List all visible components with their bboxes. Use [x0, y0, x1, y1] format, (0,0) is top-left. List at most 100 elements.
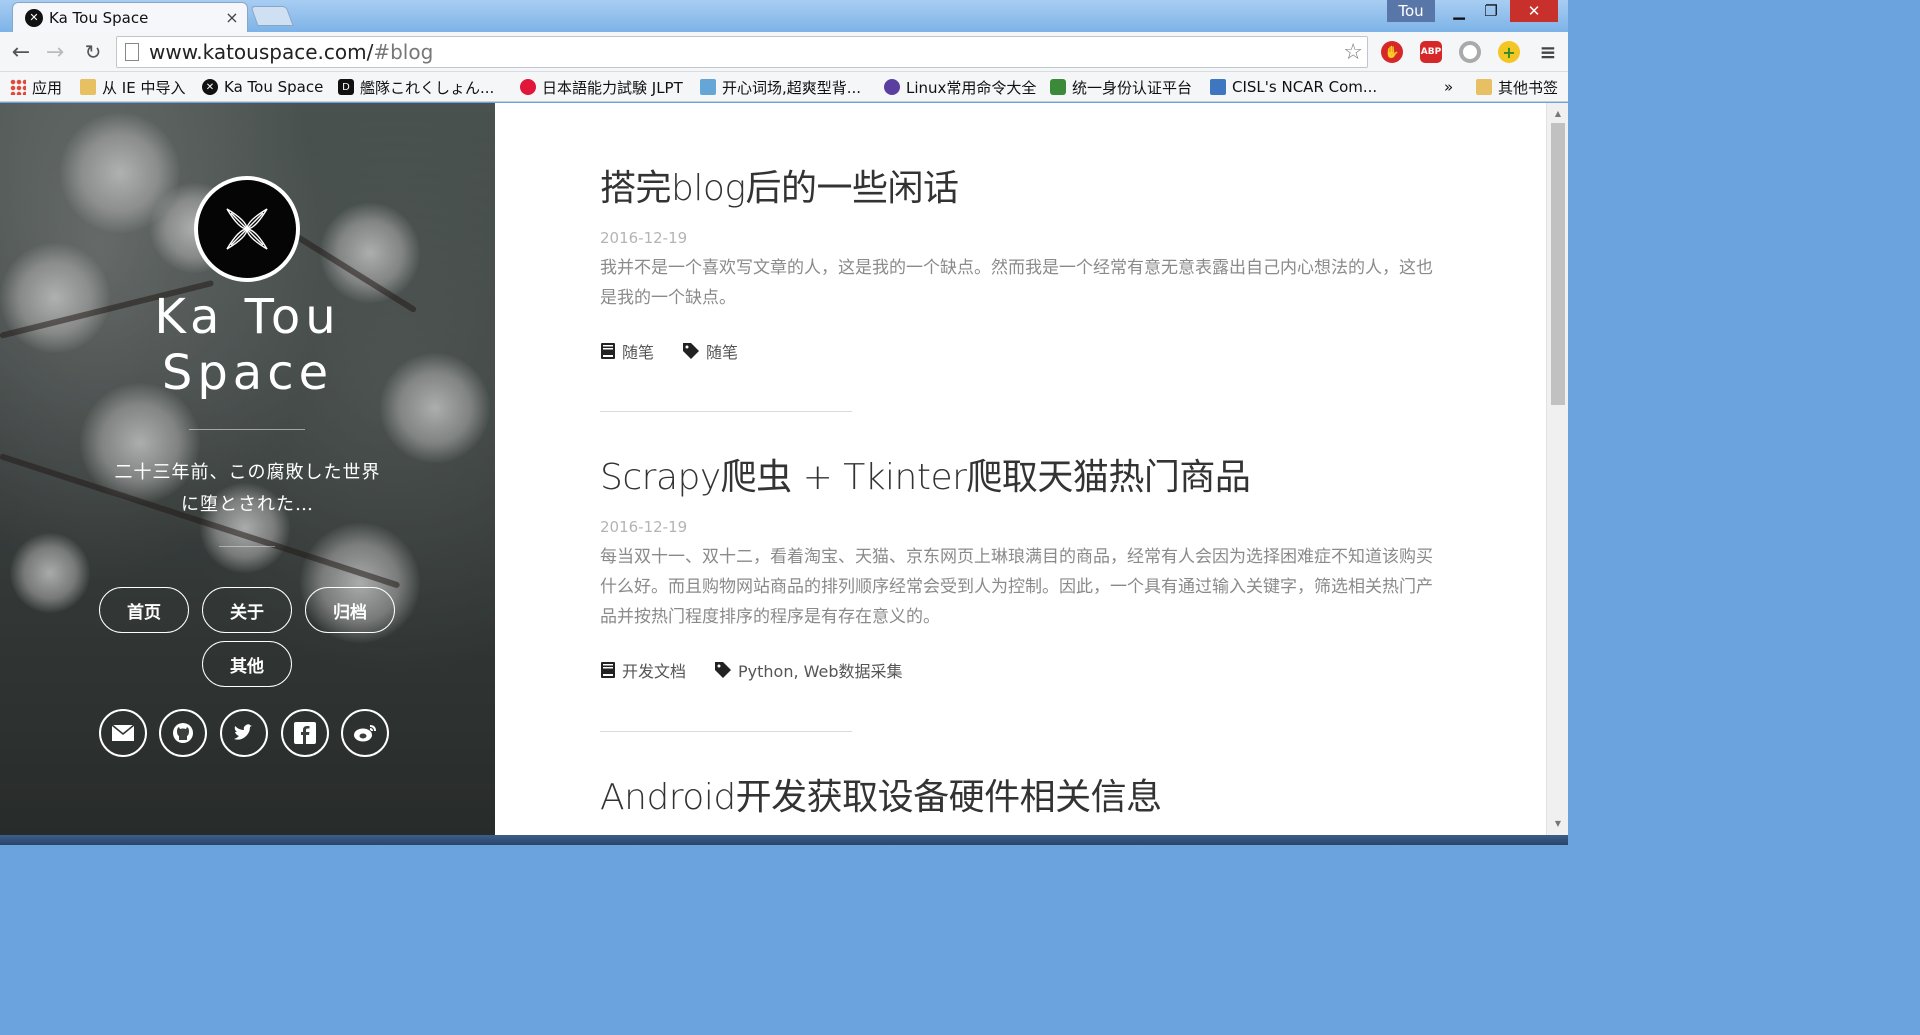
twitter-glyph	[234, 724, 253, 740]
post-tags-label: 随笔	[706, 343, 739, 362]
bookmark-kancolle[interactable]: D 艦隊これくしょん...	[338, 76, 494, 98]
bookmark-label: Linux常用命令大全	[906, 78, 1037, 97]
post-title[interactable]: 搭完blog后的一些闲话	[600, 167, 1440, 211]
forward-icon[interactable]: →	[42, 40, 68, 65]
url-host: www.katouspace.com/	[149, 40, 374, 64]
post-title[interactable]: Scrapy爬虫 + Tkinter爬取天猫热门商品	[600, 456, 1440, 500]
post-item: Android开发获取设备硬件相关信息	[600, 776, 1440, 820]
katou-favicon-icon: ✕	[25, 8, 43, 27]
cisl-icon	[1210, 79, 1226, 95]
post-meta: 随笔 随笔	[600, 339, 1440, 363]
blog-sidebar: Ka Tou Space 二十三年前、この腐敗した世界に堕とされた… 首页 关于…	[0, 103, 495, 835]
linux-icon	[884, 79, 900, 95]
nav-archive-button[interactable]: 归档	[305, 587, 395, 633]
facebook-icon[interactable]	[281, 709, 329, 757]
twitter-icon[interactable]	[220, 709, 268, 757]
post-category[interactable]: 开发文档	[600, 658, 686, 682]
nav-about-button[interactable]: 关于	[202, 587, 292, 633]
github-icon[interactable]	[159, 709, 207, 757]
feather-logo-icon	[226, 208, 268, 250]
bookmarks-bar: 应用 从 IE 中导入 ✕ Ka Tou Space D 艦隊これくしょん...…	[0, 72, 1568, 102]
post-excerpt: 我并不是一个喜欢写文章的人，这是我的一个缺点。然而我是一个经常有意无意表露出自己…	[600, 258, 1433, 308]
katou-icon: ✕	[202, 79, 218, 95]
url-path: #blog	[373, 40, 434, 64]
bookmark-label: Ka Tou Space	[224, 78, 324, 96]
abp-icon[interactable]: ABP	[1420, 41, 1442, 63]
profile-button[interactable]: Tou	[1387, 0, 1435, 22]
post-date: 2016-12-19	[600, 518, 688, 536]
weibo-icon[interactable]	[341, 709, 389, 757]
bookmark-label: 日本語能力試験 JLPT	[542, 78, 683, 97]
sidebar-divider	[219, 546, 275, 547]
tag-icon	[682, 342, 700, 360]
address-bar[interactable]: www.katouspace.com/#blog ☆	[116, 36, 1368, 68]
mail-icon[interactable]	[99, 709, 147, 757]
bookmark-star-icon[interactable]: ☆	[1343, 40, 1363, 65]
browser-tab-active[interactable]: ✕ Ka Tou Space ×	[12, 2, 248, 32]
bookmark-hujiang[interactable]: 开心词场,超爽型背...	[700, 76, 861, 98]
adblock-stop-icon[interactable]: ✋	[1381, 41, 1403, 63]
sidebar-divider	[189, 429, 305, 430]
page-scrollbar[interactable]: ▲ ▼	[1546, 103, 1568, 835]
bookmark-label: 开心词场,超爽型背...	[722, 78, 862, 97]
extension-circle-icon[interactable]	[1459, 41, 1481, 63]
post-category-label: 随笔	[622, 343, 655, 362]
post-tags[interactable]: 随笔	[682, 339, 738, 363]
browser-menu-icon[interactable]: ≡	[1537, 40, 1559, 64]
back-icon[interactable]: ←	[8, 40, 34, 65]
post-item: Scrapy爬虫 + Tkinter爬取天猫热门商品 2016-12-19 每当…	[600, 456, 1440, 682]
bookmarks-overflow-button[interactable]: »	[1444, 76, 1453, 98]
site-title[interactable]: Ka Tou Space	[0, 289, 495, 401]
browser-toolbar: ← → ↻ www.katouspace.com/#blog ☆ ✋ ABP +…	[0, 32, 1568, 72]
post-title[interactable]: Android开发获取设备硬件相关信息	[600, 776, 1440, 820]
post-category[interactable]: 随笔	[600, 339, 654, 363]
bookmark-katou[interactable]: ✕ Ka Tou Space	[202, 76, 323, 98]
site-title-line: Space	[161, 345, 334, 401]
post-excerpt: 每当双十一、双十二，看着淘宝、天猫、京东网页上琳琅满目的商品，经常有人会因为选择…	[600, 547, 1433, 627]
auth-icon	[1050, 79, 1066, 95]
bookmark-auth[interactable]: 统一身份认证平台	[1050, 76, 1192, 98]
bookmark-other[interactable]: 其他书签	[1476, 76, 1558, 98]
apps-icon	[10, 79, 26, 95]
facebook-glyph	[294, 722, 316, 744]
maximize-icon[interactable]: ❐	[1478, 0, 1504, 22]
nav-other-button[interactable]: 其他	[202, 641, 292, 687]
tag-icon	[714, 661, 732, 679]
bookmark-label: CISL's NCAR Com...	[1232, 78, 1378, 96]
browser-titlebar: ✕ Ka Tou Space × Tou ▁ ❐ ✕	[0, 0, 1568, 32]
bookmark-jlpt[interactable]: 日本語能力試験 JLPT	[520, 76, 683, 98]
post-category-label: 开发文档	[622, 662, 687, 681]
reload-icon[interactable]: ↻	[80, 40, 106, 64]
bookmark-label: 应用	[32, 78, 63, 97]
nav-home-button[interactable]: 首页	[99, 587, 189, 633]
tab-title: Ka Tou Space	[49, 8, 149, 27]
page-icon	[125, 43, 139, 61]
extension-plus-icon[interactable]: +	[1498, 41, 1520, 63]
bookmark-apps[interactable]: 应用	[10, 76, 62, 98]
post-date: 2016-12-19	[600, 229, 688, 247]
new-tab-button[interactable]	[250, 6, 294, 26]
blog-post-list: 搭完blog后的一些闲话 2016-12-19 我并不是一个喜欢写文章的人，这是…	[495, 103, 1546, 835]
scroll-up-icon[interactable]: ▲	[1547, 105, 1569, 121]
post-meta: 开发文档 Python, Web数据采集	[600, 658, 1440, 682]
bookmark-linux[interactable]: Linux常用命令大全	[884, 76, 1036, 98]
site-title-line: Ka Tou	[154, 289, 341, 345]
dmm-icon: D	[338, 79, 354, 95]
tab-close-icon[interactable]: ×	[225, 8, 239, 27]
post-item: 搭完blog后的一些闲话 2016-12-19 我并不是一个喜欢写文章的人，这是…	[600, 167, 1440, 363]
os-taskbar	[0, 835, 1568, 845]
scroll-down-icon[interactable]: ▼	[1547, 815, 1569, 831]
bookmark-ie-import[interactable]: 从 IE 中导入	[80, 76, 185, 98]
github-glyph	[173, 723, 193, 743]
bookmark-label: 统一身份认证平台	[1072, 78, 1193, 97]
post-tags[interactable]: Python, Web数据采集	[714, 658, 903, 682]
weibo-glyph	[354, 725, 376, 742]
scroll-thumb[interactable]	[1551, 123, 1565, 405]
avatar[interactable]	[194, 176, 300, 282]
folder-icon	[1476, 79, 1492, 95]
minimize-icon[interactable]: ▁	[1446, 0, 1472, 22]
bookmark-label: 从 IE 中导入	[102, 78, 186, 97]
bookmark-label: 其他书签	[1498, 78, 1559, 97]
bookmark-cisl[interactable]: CISL's NCAR Com...	[1210, 76, 1377, 98]
close-window-icon[interactable]: ✕	[1510, 0, 1558, 22]
